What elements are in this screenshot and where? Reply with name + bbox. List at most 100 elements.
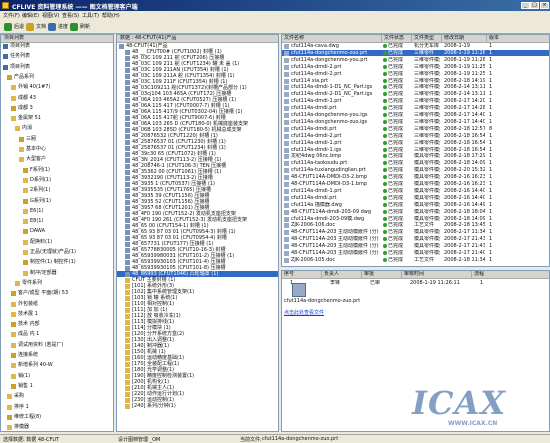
- table-row[interactable]: ZJK-2006-105.doc 已完成 工艺文件 2008-2-18 11:34:1…: [282, 257, 549, 264]
- toolbar-button[interactable]: 进度: [48, 21, 68, 32]
- tree-node[interactable]: 项目列表: [1, 64, 113, 71]
- tree-node[interactable]: 任务列表: [1, 53, 113, 60]
- menu-item[interactable]: 帮助(H): [102, 12, 120, 19]
- tree-node[interactable]: 正品(无理就)产品(1): [1, 249, 113, 256]
- minimize-button[interactable]: _: [521, 2, 530, 9]
- tree-node[interactable]: E6(1): [1, 208, 113, 215]
- table-row[interactable]: 48-CFUT114A-203 主动动模嵌件 (分)已完成模具零件模型2008-…: [282, 229, 549, 236]
- tree-node[interactable]: 内消: [1, 125, 113, 132]
- tree-node[interactable]: 零件系列: [1, 280, 113, 287]
- column-header[interactable]: 文件名称: [282, 35, 382, 42]
- tree-node[interactable]: 新增系列 40-W: [1, 362, 113, 369]
- menu-item[interactable]: 查看(S): [62, 12, 79, 19]
- menu-item[interactable]: 视图(V): [42, 12, 59, 19]
- table-row[interactable]: cfut114a-dongchenmo-zuo.igs已完成三维零件模型2008…: [282, 119, 549, 126]
- tree-node[interactable]: 采购: [1, 393, 113, 400]
- table-row[interactable]: cfut114a-dmdi-1-D1_NC_Part.igs已完成三维零件模型2…: [282, 84, 549, 91]
- tree-node[interactable]: 2系列(1): [1, 187, 113, 194]
- column-header[interactable]: 审核时间: [402, 271, 472, 278]
- table-row[interactable]: cfut114a-dmdi-1.igs已完成三维零件模型2008-2-18 16…: [282, 147, 549, 154]
- table-row[interactable]: cfut114 xia.prt已完成三维零件模型2008-2-18 14:19:…: [282, 78, 549, 85]
- tree-node[interactable]: 基本中心: [1, 146, 113, 153]
- tree-node[interactable]: 金属架 51: [1, 115, 113, 122]
- tree-node[interactable]: 制冲/定部器: [1, 270, 113, 277]
- table-row[interactable]: cfut114a-dmdi.prt已完成三维零件模型2008-2-17 14:2…: [282, 105, 549, 112]
- column-header[interactable]: 文件类型: [412, 35, 442, 42]
- table-row[interactable]: cfut114a-dmdi-2.prt已完成三维零件模型2008-1-19 11…: [282, 71, 549, 78]
- tree-node[interactable]: E8(1): [1, 218, 113, 225]
- table-row[interactable]: cfut114a 描模器.dwg已完成模具零件模型2008-2-16 14:49…: [282, 202, 549, 209]
- table-row[interactable]: cfut114a-dmdi-2.prt已完成三维零件模型2008-1-19 11…: [282, 64, 549, 71]
- table-row[interactable]: cfut114a-dmdi.prt已完成三维零件模型2008-2-18 12:5…: [282, 126, 549, 133]
- column-header[interactable]: 修改日期: [442, 35, 487, 42]
- column-header[interactable]: 文件状态: [382, 35, 412, 42]
- tree-node[interactable]: [240] 系列/分钟(1): [117, 403, 278, 409]
- tree-node[interactable]: D系列(1): [1, 177, 113, 184]
- table-row[interactable]: 48-CFUT114A-dmdi-203-09 dwg已完成模具零件模型2008…: [282, 209, 549, 216]
- tree-node[interactable]: 销(1): [1, 373, 113, 380]
- status-dot-icon: [383, 78, 387, 83]
- tree-node[interactable]: 调试用资料 (若是厂): [1, 342, 113, 349]
- toolbar-button[interactable]: 后退: [4, 21, 24, 32]
- tree-node[interactable]: 技术 内部: [1, 321, 113, 328]
- tree-node[interactable]: 排序 1: [1, 404, 113, 411]
- tree-node[interactable]: 三厢: [1, 136, 113, 143]
- menu-item[interactable]: 工具(T): [82, 12, 99, 19]
- table-row[interactable]: cfut114a-dongchenmo-you.igs已完成三维零件模型2008…: [282, 112, 549, 119]
- table-row[interactable]: cfut114a-dmdi-1.prt已完成模具零件模型2008-2-16 14…: [282, 188, 549, 195]
- tree-node[interactable]: 排模器: [1, 424, 113, 431]
- tree-node[interactable]: 项目列表: [1, 43, 113, 50]
- column-header[interactable]: 审批: [362, 271, 402, 278]
- table-row[interactable]: cfut114a-dongchenmo-you.prt已完成三维零件模型2008…: [282, 57, 549, 64]
- table-row[interactable]: cfut114a-dmdi-2.prt已完成三维零件模型2008-2-18 16…: [282, 133, 549, 140]
- toolbar-button[interactable]: 文档: [26, 21, 46, 32]
- status-dot-icon: [383, 182, 387, 186]
- view-file-link[interactable]: 点击此处查看文件: [284, 309, 324, 316]
- tree-node[interactable]: 连接系统: [1, 352, 113, 359]
- close-button[interactable]: ×: [540, 2, 549, 9]
- tree-node[interactable]: F系列(1): [1, 167, 113, 174]
- tree-node[interactable]: 大型客户: [1, 156, 113, 163]
- table-row[interactable]: cfut114a-dmdi-203-09模.dwg已完成模具零件模型2008-2…: [282, 216, 549, 223]
- tree-node[interactable]: DAWA: [1, 228, 113, 235]
- table-row[interactable]: cfut114a-dongchenmo-zuo.prt 已完成 三维零件 2008-1…: [282, 49, 549, 57]
- table-row[interactable]: cfut114a-tuxiangudinglian.prt已完成模具零件模型20…: [282, 167, 549, 174]
- column-header[interactable]: 负责人: [322, 271, 362, 278]
- tree-node[interactable]: 客户/成型 平面(期) 53: [1, 290, 113, 297]
- column-header[interactable]: 序号: [282, 271, 322, 278]
- tree-node[interactable]: G系列(1): [1, 198, 113, 205]
- tree-node[interactable]: 维修工程(8): [1, 414, 113, 421]
- tree-node[interactable]: 制控件(1) 制控件(1): [1, 259, 113, 266]
- tree-node[interactable]: 产品系列: [1, 74, 113, 81]
- file-icon: [284, 202, 289, 208]
- maximize-button[interactable]: □: [530, 2, 539, 9]
- table-row[interactable]: cfut114a-cava.dwg 已完成 机分无车库 2008-1-19 1: [282, 43, 549, 50]
- tree-node[interactable]: 外包装纸: [1, 301, 113, 308]
- tree-node[interactable]: 成品 内 1: [1, 331, 113, 338]
- tree-node[interactable]: 外销 40(1#7): [1, 84, 113, 91]
- toolbar-button[interactable]: 刷新: [70, 21, 90, 32]
- table-row[interactable]: 龙纪4dwg 06nc.bmp已完成模具零件模型2008-2-18 17:29:…: [282, 153, 549, 160]
- table-row[interactable]: ZJK-2006-106.doc已完成工艺文件2008-2-18 13:45:0…: [282, 222, 549, 229]
- table-row[interactable]: cfut114a-dmdi-1.prt已完成三维零件模型2008-2-17 14…: [282, 98, 549, 105]
- table-row[interactable]: cfut114a-dmdi-1.prt已完成三维零件模型2008-2-18 16…: [282, 140, 549, 147]
- table-row[interactable]: 48-CFUT114A-DMDI-D3-2.bmp已完成模具零件模型2008-2…: [282, 174, 549, 181]
- tree-node[interactable]: 销售 1: [1, 383, 113, 390]
- history-row[interactable]: 1李锋已审2008-1-19 11:26:111: [282, 280, 549, 287]
- table-row[interactable]: 48-CFUT114A-203 主动动模嵌件 (分)已完成模具零件模型2008-…: [282, 243, 549, 250]
- table-row[interactable]: cfut114a-dmdi.prt已完成模具零件模型2008-2-16 14:4…: [282, 195, 549, 202]
- column-header[interactable]: 版本: [487, 35, 549, 42]
- column-header[interactable]: 流程: [472, 271, 549, 278]
- table-row[interactable]: 48-CFUT114A-203 主动动模嵌件 (分)已完成模具零件模型2008-…: [282, 236, 549, 243]
- tree-node[interactable]: 成都 3: [1, 105, 113, 112]
- tree-node[interactable]: 配换料(1): [1, 239, 113, 246]
- table-row[interactable]: cfut114a-dmdi-2-D1_NC_Part.igs已完成三维零件模型2…: [282, 91, 549, 98]
- tree-node-label: 销售 1: [18, 382, 33, 389]
- menu-item[interactable]: 编辑(E): [22, 12, 39, 19]
- menu-item[interactable]: 文件(F): [3, 12, 20, 19]
- table-row[interactable]: 48-CFUT114A-DMDI-D3-1.bmp已完成模具零件模型2008-2…: [282, 181, 549, 188]
- table-row[interactable]: 48-CFUT114A-203 主动动模嵌件 (分)已完成模具零件模型2008-…: [282, 250, 549, 257]
- tree-node[interactable]: 技术展 1: [1, 311, 113, 318]
- table-row[interactable]: cfut114a-taokoudu.prt已完成模具零件模型2008-2-18 …: [282, 160, 549, 167]
- tree-node[interactable]: 成都 43: [1, 95, 113, 102]
